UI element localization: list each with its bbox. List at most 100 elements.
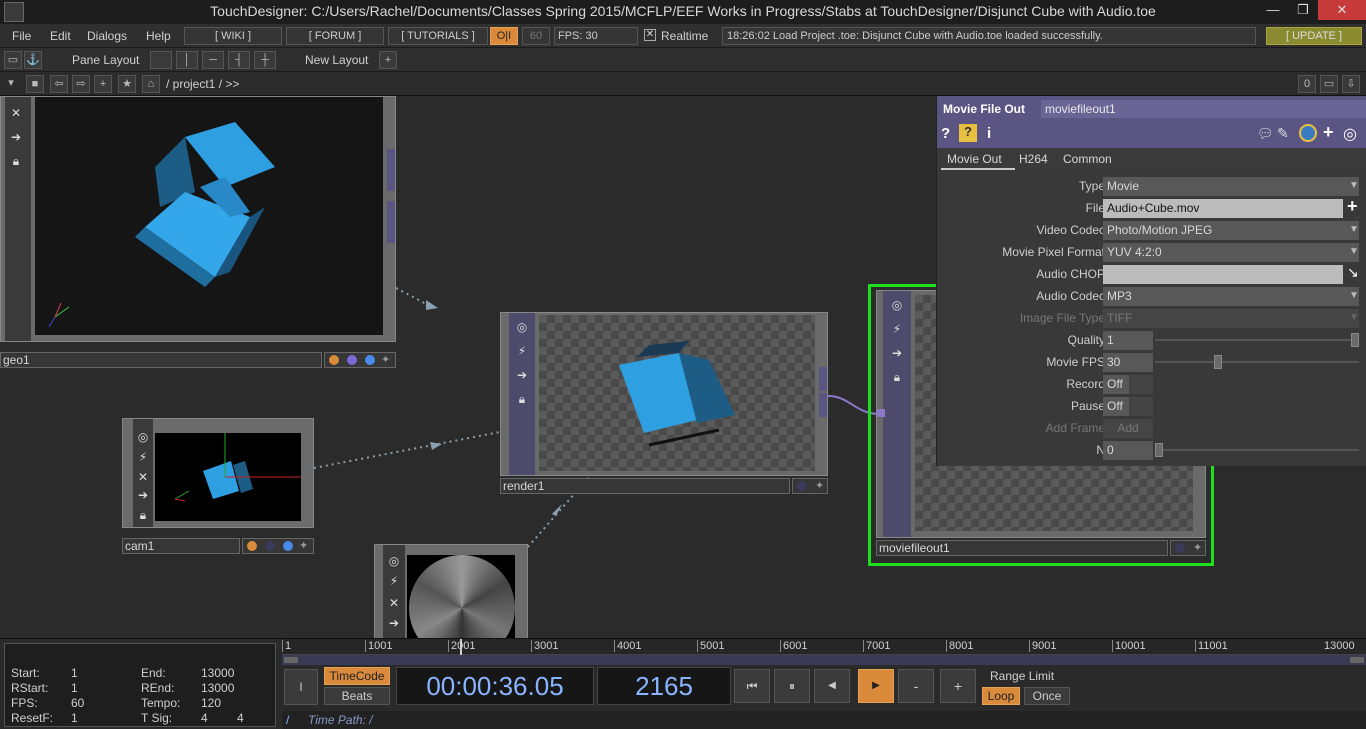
- render-flag-icon[interactable]: [247, 541, 257, 551]
- clone-icon[interactable]: ⚡︎: [514, 343, 530, 359]
- forward-icon[interactable]: ⇨: [72, 75, 90, 93]
- info-icon[interactable]: i: [987, 125, 991, 142]
- beats-toggle[interactable]: Beats: [324, 687, 390, 705]
- add-icon[interactable]: +: [1323, 122, 1334, 143]
- range-end-handle[interactable]: [1350, 657, 1364, 663]
- cam1-label[interactable]: cam1: [122, 538, 240, 554]
- tsig-numerator[interactable]: 4: [201, 711, 208, 725]
- minimize-button[interactable]: —: [1258, 0, 1288, 20]
- file-input[interactable]: Audio+Cube.mov: [1103, 199, 1343, 218]
- lock-icon[interactable]: 🔒︎: [135, 507, 151, 523]
- add-icon[interactable]: +: [94, 75, 112, 93]
- bypass-flag-icon[interactable]: [365, 355, 375, 365]
- target-icon[interactable]: ◎: [1343, 124, 1357, 144]
- slider-handle[interactable]: [1351, 333, 1359, 347]
- geo1-output-connector[interactable]: [387, 201, 395, 243]
- bookmark-star-icon[interactable]: ★: [118, 75, 136, 93]
- perform-mode-button[interactable]: O|I: [490, 27, 518, 45]
- moviefileout1-label[interactable]: moviefileout1: [876, 540, 1168, 556]
- toggle-switch[interactable]: [1129, 397, 1153, 416]
- lock-icon[interactable]: 🔒︎: [8, 153, 24, 169]
- maximize-pane-icon[interactable]: ▭: [1320, 75, 1338, 93]
- pin-icon[interactable]: ✦: [815, 479, 824, 492]
- clone-icon[interactable]: ⚡︎: [889, 321, 905, 337]
- back-icon[interactable]: ⇦: [50, 75, 68, 93]
- viewer-icon[interactable]: ◎: [135, 429, 151, 445]
- pin-icon[interactable]: ✦: [1193, 541, 1202, 554]
- loop-button[interactable]: Loop: [982, 687, 1020, 705]
- step-forward-button[interactable]: +: [940, 669, 976, 703]
- start-value[interactable]: 1: [71, 666, 78, 680]
- play-button[interactable]: ▶: [858, 669, 894, 703]
- render-flag-icon[interactable]: [329, 355, 339, 365]
- close-icon[interactable]: ✕: [8, 105, 24, 121]
- file-browse-icon[interactable]: +: [1347, 196, 1358, 217]
- viewer-icon[interactable]: ◎: [889, 297, 905, 313]
- once-button[interactable]: Once: [1024, 687, 1070, 705]
- resetf-value[interactable]: 1: [71, 711, 78, 725]
- render1-label[interactable]: render1: [500, 478, 790, 494]
- display-flag-icon[interactable]: [1175, 543, 1185, 553]
- light-viewer[interactable]: [407, 555, 515, 638]
- render1-output-connector[interactable]: [819, 393, 827, 417]
- pin-icon[interactable]: ✦: [299, 539, 308, 552]
- operator-link-icon[interactable]: ↘: [1347, 264, 1359, 281]
- lock-icon[interactable]: 🔒︎: [514, 391, 530, 407]
- wiki-button[interactable]: [ WIKI ]: [184, 27, 282, 45]
- viewer-icon[interactable]: ◎: [514, 319, 530, 335]
- cursor-tool-button[interactable]: I: [284, 669, 318, 705]
- slider-handle[interactable]: [1155, 443, 1163, 457]
- pin-icon[interactable]: ✦: [381, 353, 390, 366]
- close-icon[interactable]: ✕: [386, 595, 402, 611]
- timeline-ruler[interactable]: 1 1001 2001 3001 4001 5001 6001 7001 800…: [282, 639, 1366, 655]
- dropdown-arrow-icon[interactable]: ▾: [2, 75, 20, 93]
- arrow-right-icon[interactable]: ➔: [386, 615, 402, 631]
- cam1-viewer[interactable]: [155, 433, 301, 521]
- geo1-label[interactable]: geo1: [0, 352, 322, 368]
- arrow-right-icon[interactable]: ➔: [8, 129, 24, 145]
- realtime-checkbox[interactable]: ✕: [644, 29, 656, 41]
- download-icon[interactable]: ⇩: [1342, 75, 1360, 93]
- render1-node[interactable]: ◎ ⚡︎ ➔ 🔒︎: [500, 312, 828, 476]
- viewer-icon[interactable]: ◎: [386, 553, 402, 569]
- tsig-denominator[interactable]: 4: [237, 711, 244, 725]
- close-icon[interactable]: ✕: [135, 469, 151, 485]
- frame-display[interactable]: 2165: [597, 667, 731, 705]
- layout-single-icon[interactable]: [150, 51, 172, 69]
- quality-field[interactable]: 1: [1103, 331, 1153, 350]
- timecode-toggle[interactable]: TimeCode: [324, 667, 390, 685]
- render1-output-connector[interactable]: [819, 367, 827, 391]
- moviefileout1-input-connector[interactable]: [877, 409, 885, 417]
- display-flag-icon[interactable]: [347, 355, 357, 365]
- menu-file[interactable]: File: [12, 29, 31, 43]
- cam1-node[interactable]: ◎ ⚡︎ ✕ ➔ 🔒︎: [122, 418, 314, 528]
- menu-dialogs[interactable]: Dialogs: [87, 29, 127, 43]
- layout-split-v-icon[interactable]: │: [176, 51, 198, 69]
- rewind-button[interactable]: ⏮︎: [734, 669, 770, 703]
- range-start-handle[interactable]: [284, 657, 298, 663]
- display-flag-icon[interactable]: [797, 481, 807, 491]
- tab-movie-out[interactable]: Movie Out: [947, 152, 1002, 166]
- tutorials-button[interactable]: [ TUTORIALS ]: [388, 27, 488, 45]
- time-path-root[interactable]: /: [286, 713, 289, 727]
- timeline-range-bar[interactable]: [282, 655, 1366, 665]
- menu-edit[interactable]: Edit: [50, 29, 71, 43]
- pane-image-icon[interactable]: ▭: [4, 51, 22, 69]
- home-icon[interactable]: ⌂: [142, 75, 160, 93]
- audio-chop-input[interactable]: [1103, 265, 1343, 284]
- update-button[interactable]: [ UPDATE ]: [1266, 27, 1362, 45]
- zero-button[interactable]: 0: [1298, 75, 1316, 93]
- arrow-right-icon[interactable]: ➔: [135, 487, 151, 503]
- clone-icon[interactable]: ⚡︎: [135, 449, 151, 465]
- pixel-format-dropdown[interactable]: YUV 4:2:0: [1103, 243, 1359, 262]
- pause-button[interactable]: ⏸︎: [774, 669, 810, 703]
- n-field[interactable]: 0: [1103, 441, 1153, 460]
- python-icon[interactable]: [1299, 124, 1317, 142]
- audio-codec-dropdown[interactable]: MP3: [1103, 287, 1359, 306]
- arrow-right-icon[interactable]: ➔: [889, 345, 905, 361]
- network-icon[interactable]: ⚓: [24, 51, 42, 69]
- step-backward-button[interactable]: -: [898, 669, 934, 703]
- help-icon[interactable]: ?: [941, 125, 950, 142]
- video-codec-dropdown[interactable]: Photo/Motion JPEG: [1103, 221, 1359, 240]
- layout-quad-icon[interactable]: ┼: [254, 51, 276, 69]
